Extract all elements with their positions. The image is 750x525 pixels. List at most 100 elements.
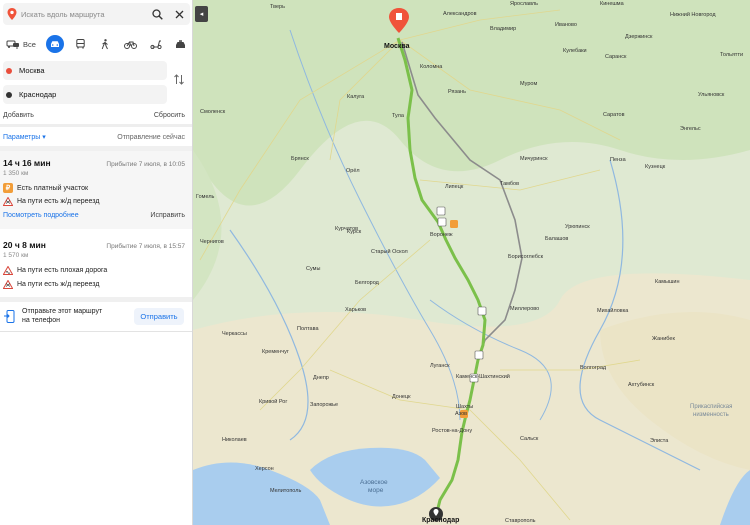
city-label: Чернигов xyxy=(200,239,224,245)
city-label: Тольятти xyxy=(720,52,743,58)
params-dropdown[interactable]: Параметры ▾ xyxy=(3,133,46,141)
city-label: Элиста xyxy=(650,438,669,444)
bus-icon xyxy=(76,39,85,49)
mode-walk-button[interactable] xyxy=(96,35,114,53)
city-label: Иваново xyxy=(555,22,577,28)
city-label: Кинешма xyxy=(600,1,625,7)
city-label: Тамбов xyxy=(500,181,519,187)
phone-icon xyxy=(4,310,15,323)
mode-car-button[interactable] xyxy=(46,35,65,53)
location-pin-icon xyxy=(3,8,21,20)
route-warning: ₽ Есть платный участок xyxy=(3,183,88,193)
collapse-panel-button[interactable]: ◂ xyxy=(195,6,208,22)
city-label: Ахтубинск xyxy=(628,382,655,388)
city-label: Пенза xyxy=(610,157,627,163)
map-view[interactable]: Москва Краснодар Тверь Ярославль Иваново… xyxy=(193,0,750,525)
chevron-left-icon: ◂ xyxy=(199,11,204,18)
mode-all-button[interactable]: Все xyxy=(3,35,39,53)
pedestrian-icon xyxy=(102,38,109,49)
city-label: Каменск-Шахтинский xyxy=(456,373,510,380)
route-arrival: Прибытие 7 июля, в 15:57 xyxy=(106,243,185,250)
city-label: Белгород xyxy=(355,280,380,286)
waypoint-from-value[interactable]: Москва xyxy=(19,66,45,75)
route-header: 14 ч 16 мин Прибытие 7 июля, в 10:05 xyxy=(3,158,185,168)
end-dot-icon xyxy=(6,91,12,98)
waypoint-to[interactable]: Краснодар xyxy=(3,85,167,104)
mode-transit-button[interactable] xyxy=(71,35,89,53)
city-label: Луганск xyxy=(430,363,450,369)
city-label: Запорожье xyxy=(310,402,338,408)
city-label: Черкассы xyxy=(222,331,247,337)
mode-taxi-button[interactable] xyxy=(172,35,190,53)
city-label: Коломна xyxy=(420,64,443,70)
taxi-icon xyxy=(176,39,186,48)
search-icon[interactable] xyxy=(146,3,168,25)
city-label: Владимир xyxy=(490,26,516,32)
add-point-button[interactable]: Добавить xyxy=(3,112,34,119)
map-canvas: Москва Краснодар Тверь Ярославль Иваново… xyxy=(193,0,750,525)
city-label: Херсон xyxy=(255,466,274,472)
search-input[interactable]: Искать вдоль маршрута xyxy=(21,10,146,19)
route-duration: 14 ч 16 мин xyxy=(3,158,51,168)
route-panel: Искать вдоль маршрута Все Москва Краснод… xyxy=(0,0,193,525)
city-label: Ростов-на-Дону xyxy=(432,428,472,434)
city-label: Краснодар xyxy=(422,517,459,524)
city-label: Саратов xyxy=(603,112,625,118)
city-label: Сумы xyxy=(306,266,320,272)
city-label: Воронеж xyxy=(430,232,453,238)
swap-icon[interactable] xyxy=(173,73,187,87)
city-label: Тверь xyxy=(270,4,285,10)
city-label: Мичуринск xyxy=(520,156,548,162)
mode-bicycle-button[interactable] xyxy=(122,35,140,53)
city-label: Ульяновск xyxy=(698,92,725,98)
fix-button[interactable]: Исправить xyxy=(150,212,185,219)
warning-text: Есть платный участок xyxy=(17,184,89,192)
app: Искать вдоль маршрута Все Москва Краснод… xyxy=(0,0,750,525)
city-label: Михайловка xyxy=(597,307,629,314)
reset-button[interactable]: Сбросить xyxy=(154,112,185,119)
close-icon[interactable] xyxy=(168,3,190,25)
route-links: Посмотреть подробнее Исправить xyxy=(3,212,185,219)
sea-label: море xyxy=(368,487,384,494)
city-label: Нижний Новгород xyxy=(670,11,716,18)
city-label: Муром xyxy=(520,81,537,87)
city-label: Миллерово xyxy=(510,306,539,312)
railway-warning-icon xyxy=(3,280,13,289)
city-label: Тула xyxy=(392,113,405,119)
city-label: Николаев xyxy=(222,437,247,443)
bad-road-warning-icon xyxy=(3,266,13,275)
car-icon xyxy=(51,41,60,47)
city-label: Липецк xyxy=(445,184,464,190)
region-label: низменность xyxy=(693,412,729,418)
city-label: Сальск xyxy=(520,436,539,442)
city-label: Ставрополь xyxy=(505,518,536,524)
transport-modes: Все xyxy=(3,34,190,54)
city-label: Жанибек xyxy=(652,336,675,342)
departure-button[interactable]: Отправление сейчас xyxy=(117,134,185,141)
city-label: Смоленск xyxy=(200,109,226,115)
bicycle-icon xyxy=(124,41,138,49)
send-button[interactable]: Отправить xyxy=(134,308,184,325)
mode-scooter-button[interactable] xyxy=(147,35,165,53)
railway-warning-icon xyxy=(3,197,13,206)
city-label: Кременчуг xyxy=(262,349,289,355)
city-label: Калуга xyxy=(347,94,365,100)
route-arrival: Прибытие 7 июля, в 10:05 xyxy=(106,161,185,168)
car-bus-icon xyxy=(6,40,19,49)
route-search-bar[interactable]: Искать вдоль маршрута xyxy=(3,3,190,25)
city-label: Кузнецк xyxy=(645,164,666,170)
route-option-2[interactable]: 20 ч 8 мин Прибытие 7 июля, в 15:57 1 57… xyxy=(0,230,192,296)
details-link[interactable]: Посмотреть подробнее xyxy=(3,212,79,219)
city-label: Саранск xyxy=(605,54,627,60)
mode-all-label: Все xyxy=(23,39,36,49)
city-label: Курчатов xyxy=(335,226,358,232)
route-option-1[interactable]: 14 ч 16 мин Прибытие 7 июля, в 10:05 1 3… xyxy=(0,151,192,229)
city-label: Старый Оскол xyxy=(371,248,408,255)
city-label: Днепр xyxy=(313,375,329,381)
city-label: Мелитополь xyxy=(270,488,301,494)
waypoint-actions: Добавить Сбросить xyxy=(3,110,185,120)
waypoint-to-value[interactable]: Краснодар xyxy=(19,90,56,99)
send-to-phone: Отправьте этот маршрут на телефон Отправ… xyxy=(0,302,192,332)
waypoint-from[interactable]: Москва xyxy=(3,61,167,80)
send-text: Отправьте этот маршрут на телефон xyxy=(22,307,102,325)
